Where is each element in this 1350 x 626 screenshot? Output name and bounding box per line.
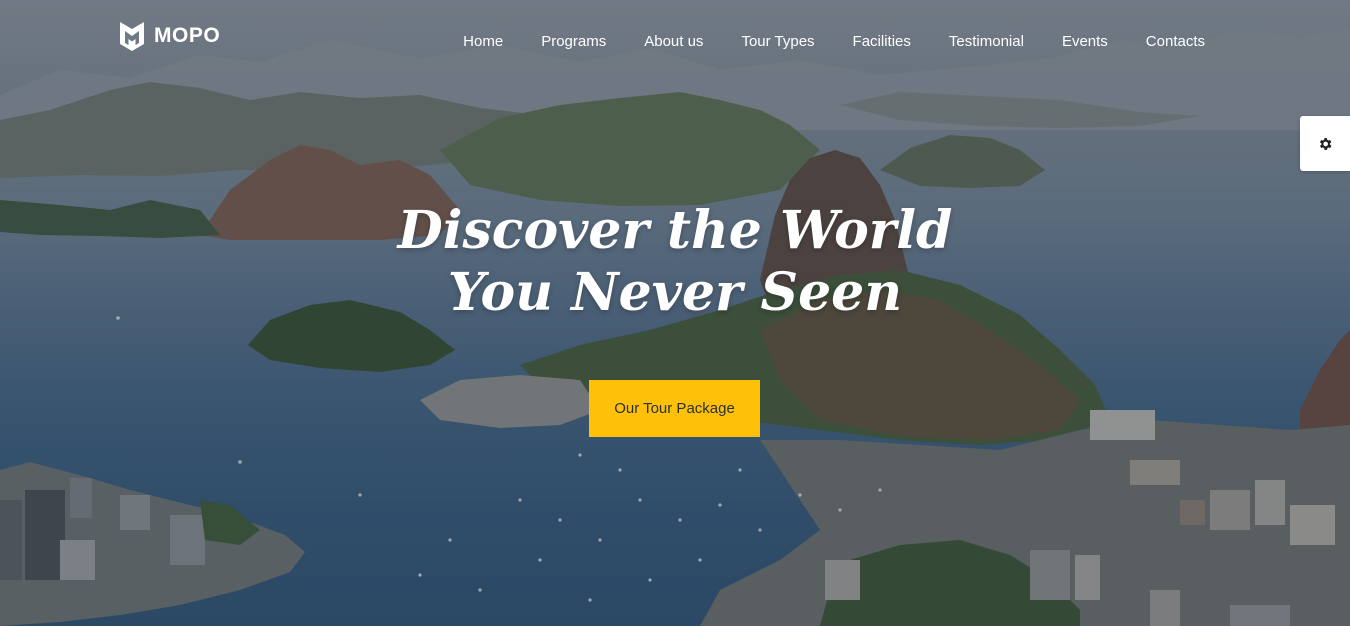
nav-item-facilities[interactable]: Facilities bbox=[853, 33, 911, 50]
hero-section: MOPO Home Programs About us Tour Types F… bbox=[0, 0, 1350, 626]
nav-item-home[interactable]: Home bbox=[463, 33, 503, 50]
brand-logo[interactable]: MOPO bbox=[118, 20, 220, 52]
settings-button[interactable] bbox=[1300, 116, 1350, 171]
hero-headline-line-1: Discover the World bbox=[397, 200, 953, 261]
nav-item-testimonial[interactable]: Testimonial bbox=[949, 33, 1024, 50]
gear-icon bbox=[1319, 137, 1332, 150]
tour-package-button[interactable]: Our Tour Package bbox=[589, 380, 760, 437]
hero-headline-line-2: You Never Seen bbox=[447, 262, 903, 323]
m-shield-logo-icon bbox=[120, 22, 144, 51]
nav-item-programs[interactable]: Programs bbox=[541, 33, 606, 50]
main-nav: Home Programs About us Tour Types Facili… bbox=[463, 33, 1205, 50]
nav-item-tour-types[interactable]: Tour Types bbox=[741, 33, 814, 50]
hero-headline: Discover the World You Never Seen bbox=[0, 200, 1350, 324]
brand-name: MOPO bbox=[154, 24, 221, 47]
nav-item-events[interactable]: Events bbox=[1062, 33, 1108, 50]
nav-item-contacts[interactable]: Contacts bbox=[1146, 33, 1205, 50]
nav-item-about-us[interactable]: About us bbox=[644, 33, 703, 50]
